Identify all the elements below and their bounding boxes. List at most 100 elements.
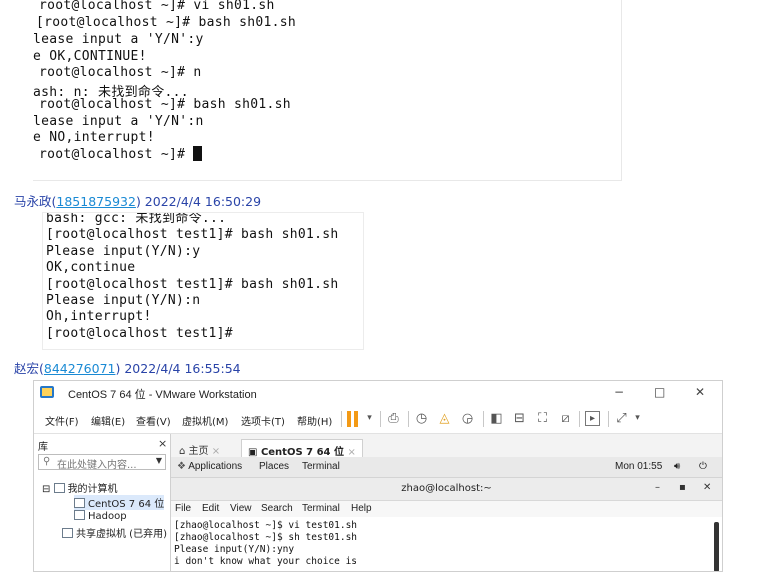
vm-icon bbox=[74, 510, 85, 520]
terminal-line: lease input a 'Y/N':y bbox=[33, 32, 204, 47]
message-timestamp: 2022/4/4 16:55:54 bbox=[124, 361, 241, 376]
unity-icon[interactable]: ⧄ bbox=[558, 411, 573, 426]
gnome-foot-icon: ❖ bbox=[177, 461, 186, 472]
menu-edit[interactable]: Edit bbox=[202, 503, 219, 514]
menu-edit[interactable]: 编辑(E) bbox=[91, 413, 125, 428]
terminal-line: root@localhost ~]# vi sh01.sh bbox=[39, 0, 275, 13]
power-icon[interactable]: ⏻ bbox=[699, 461, 707, 472]
toolbar-separator bbox=[608, 411, 609, 427]
terminal-line: bash: gcc: 未找到命令... bbox=[46, 212, 227, 226]
terminal-minimize-button[interactable]: – bbox=[655, 482, 660, 493]
terminal-close-button[interactable]: ✕ bbox=[703, 482, 711, 493]
terminal-line: root@localhost ~]# n bbox=[39, 65, 202, 80]
menu-tabs[interactable]: 选项卡(T) bbox=[241, 413, 285, 428]
home-icon: ⌂ bbox=[179, 446, 186, 457]
terminal-line: [root@localhost ~]# bash sh01.sh bbox=[36, 15, 297, 30]
menu-view[interactable]: View bbox=[230, 503, 252, 514]
message-header-2: 赵宏(844276071) 2022/4/4 16:55:54 bbox=[14, 361, 241, 376]
terminal-line: [root@localhost test1]# bbox=[46, 326, 233, 341]
menu-help[interactable]: 帮助(H) bbox=[297, 413, 332, 428]
menu-vm[interactable]: 虚拟机(M) bbox=[182, 413, 228, 428]
menu-view[interactable]: 查看(V) bbox=[136, 413, 171, 428]
terminal-line: Please input(Y/N):n bbox=[46, 293, 201, 308]
dropdown-arrow-icon[interactable]: ▾ bbox=[630, 411, 645, 426]
terminal-line: [root@localhost test1]# bash sh01.sh bbox=[46, 277, 339, 292]
terminal-line: [zhao@localhost ~]$ vi test01.sh bbox=[174, 520, 358, 531]
library-search-input[interactable]: ⚲ 在此处键入内容... ▼ bbox=[38, 454, 166, 471]
applications-menu[interactable]: ❖ Applications bbox=[177, 461, 242, 472]
places-menu[interactable]: Places bbox=[259, 461, 289, 472]
search-icon: ⚲ bbox=[43, 456, 51, 467]
library-panel: 库 × ⚲ 在此处键入内容... ▼ ⊟ 我的计算机 CentOS 7 64 位… bbox=[34, 434, 171, 571]
minimize-button[interactable]: − bbox=[614, 385, 624, 399]
terminal-line: Please input(Y/N):y bbox=[46, 244, 201, 259]
menu-bar: 文件(F) 编辑(E) 查看(V) 虚拟机(M) 选项卡(T) 帮助(H) ▾ … bbox=[34, 405, 722, 434]
library-title: 库 bbox=[38, 442, 48, 453]
tree-item-centos[interactable]: CentOS 7 64 位 bbox=[74, 495, 165, 510]
dropdown-arrow-icon[interactable]: ▾ bbox=[362, 411, 377, 426]
tree-item-hadoop[interactable]: Hadoop bbox=[74, 510, 127, 522]
sender-id-link[interactable]: 1851875932 bbox=[56, 194, 136, 209]
gnome-terminal-window: zhao@localhost:~ – ▪ ✕ File Edit View Se… bbox=[171, 478, 722, 571]
menu-terminal[interactable]: Terminal bbox=[302, 503, 340, 514]
menu-help[interactable]: Help bbox=[351, 503, 372, 514]
tab-home[interactable]: ⌂ 主页 × bbox=[173, 439, 226, 459]
search-placeholder: 在此处键入内容... bbox=[57, 460, 137, 471]
terminal-menu-bar: File Edit View Search Terminal Help bbox=[171, 501, 722, 517]
tab-label: 主页 bbox=[188, 446, 209, 457]
window-titlebar: CentOS 7 64 位 - VMware Workstation − □ ✕ bbox=[34, 381, 722, 405]
tree-item-label: 共享虚拟机 (已弃用) bbox=[76, 529, 167, 540]
terminal-maximize-button[interactable]: ▪ bbox=[679, 482, 686, 493]
volume-icon[interactable]: 🔊︎ bbox=[674, 461, 680, 472]
terminal-line: Please input(Y/N):yny bbox=[174, 544, 295, 555]
thumbnail-bar-icon[interactable]: ⊟ bbox=[512, 411, 527, 426]
cursor-block bbox=[193, 146, 203, 161]
menu-file[interactable]: File bbox=[175, 503, 191, 514]
menu-search[interactable]: Search bbox=[261, 503, 293, 514]
terminal-line: root@localhost ~]# bash sh01.sh bbox=[39, 97, 291, 112]
terminal-scrollbar[interactable] bbox=[714, 522, 719, 571]
vmware-logo-icon bbox=[40, 386, 54, 398]
terminal-line: e NO,interrupt! bbox=[33, 130, 155, 145]
message-header-1: 马永政(1851875932) 2022/4/4 16:50:29 bbox=[14, 194, 262, 209]
terminal-title: zhao@localhost:~ bbox=[401, 483, 492, 494]
tree-item-shared-vms[interactable]: 共享虚拟机 (已弃用) bbox=[62, 525, 167, 540]
console-view-icon[interactable]: ▸ bbox=[585, 411, 600, 426]
close-button[interactable]: ✕ bbox=[695, 385, 705, 399]
send-ctrl-alt-del-icon[interactable]: ⎙ bbox=[386, 411, 401, 426]
toolbar-separator bbox=[341, 411, 342, 427]
sender-name: 马永政 bbox=[14, 194, 52, 209]
vm-icon bbox=[74, 498, 85, 508]
revert-snapshot-icon[interactable]: ◬ bbox=[437, 411, 452, 426]
tab-centos[interactable]: ▣ CentOS 7 64 位 × bbox=[241, 439, 363, 459]
tree-item-label: 我的计算机 bbox=[67, 484, 118, 495]
menu-file[interactable]: 文件(F) bbox=[45, 413, 79, 428]
terminal-output[interactable]: [zhao@localhost ~]$ vi test01.sh [zhao@l… bbox=[171, 518, 722, 571]
terminal-prompt: root@localhost ~]# bbox=[39, 147, 194, 162]
terminal-line: [zhao@localhost ~]$ sh test01.sh bbox=[174, 532, 358, 543]
tab-bar: ⌂ 主页 × ▣ CentOS 7 64 位 × bbox=[171, 434, 722, 459]
terminal-line: lease input a 'Y/N':n bbox=[33, 114, 204, 129]
terminal-prompt-line: root@localhost ~]# bbox=[39, 146, 203, 162]
maximize-button[interactable]: □ bbox=[654, 385, 665, 399]
snapshot-manager-icon[interactable]: ◶ bbox=[460, 411, 475, 426]
sender-id-link[interactable]: 844276071 bbox=[44, 361, 116, 376]
stretch-guest-icon[interactable]: ⤢ bbox=[614, 411, 629, 426]
show-library-icon[interactable]: ◧ bbox=[489, 411, 504, 426]
snapshot-icon[interactable]: ◷ bbox=[414, 411, 429, 426]
terminal-menu[interactable]: Terminal bbox=[302, 461, 340, 472]
clock[interactable]: Mon 01:55 bbox=[615, 461, 662, 472]
pause-icon[interactable] bbox=[346, 411, 360, 427]
terminal-line: Oh,interrupt! bbox=[46, 309, 152, 324]
sender-name: 赵宏 bbox=[14, 361, 40, 376]
chevron-down-icon[interactable]: ▼ bbox=[156, 456, 162, 465]
library-close-button[interactable]: × bbox=[158, 437, 167, 450]
tree-item-label: Hadoop bbox=[88, 511, 127, 522]
full-screen-icon[interactable]: ⛶ bbox=[535, 411, 550, 426]
computer-icon bbox=[53, 483, 65, 493]
terminal-titlebar: zhao@localhost:~ – ▪ ✕ bbox=[171, 478, 722, 501]
tab-close-button[interactable]: × bbox=[212, 446, 220, 457]
toolbar-separator bbox=[380, 411, 381, 427]
window-title: CentOS 7 64 位 - VMware Workstation bbox=[68, 389, 257, 401]
tree-item-my-computer[interactable]: ⊟ 我的计算机 bbox=[42, 480, 118, 495]
